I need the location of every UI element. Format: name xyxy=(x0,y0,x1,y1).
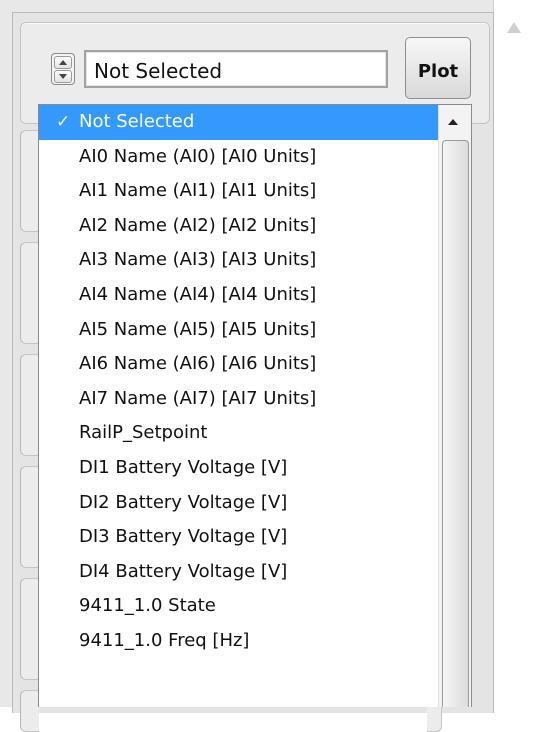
dropdown-option-label: DI4 Battery Voltage [V] xyxy=(79,560,288,582)
channel-row-card-edge xyxy=(20,690,39,732)
dropdown-option-label: DI1 Battery Voltage [V] xyxy=(79,456,288,478)
dropdown-option-label: AI4 Name (AI4) [AI4 Units] xyxy=(79,283,317,305)
dropdown-scrollbar-thumb[interactable] xyxy=(442,140,469,707)
dropdown-option[interactable]: ✓ Not Selected xyxy=(39,105,438,140)
dropdown-option[interactable]: 9411_1.0 Freq [Hz] xyxy=(39,624,438,659)
dropdown-option[interactable]: DI3 Battery Voltage [V] xyxy=(39,520,438,555)
page-scrollbar[interactable] xyxy=(494,0,533,707)
dropdown-option[interactable]: AI6 Name (AI6) [AI6 Units] xyxy=(39,347,438,382)
dropdown-option-label: 9411_1.0 State xyxy=(79,595,216,617)
channel-row-card-edge xyxy=(20,354,39,456)
dropdown-option[interactable]: DI2 Battery Voltage [V] xyxy=(39,486,438,521)
dropdown-option-label: AI2 Name (AI2) [AI2 Units] xyxy=(79,214,317,236)
dropdown-option-label: 9411_1.0 Freq [Hz] xyxy=(79,629,250,651)
page-scroll-up-arrow-icon[interactable] xyxy=(507,22,521,33)
dropdown-scrollbar[interactable] xyxy=(438,105,471,707)
dropdown-option-label: DI2 Battery Voltage [V] xyxy=(79,491,288,513)
triangle-up-icon xyxy=(59,60,67,65)
dropdown-option[interactable]: DI4 Battery Voltage [V] xyxy=(39,555,438,590)
channel-row-card-edge xyxy=(20,130,39,232)
dropdown-option[interactable]: AI3 Name (AI3) [AI3 Units] xyxy=(39,243,438,278)
channel-options: ✓ Not Selected AI0 Name (AI0) [AI0 Units] A… xyxy=(39,105,438,659)
dropdown-option[interactable]: 9411_1.0 State xyxy=(39,589,438,624)
check-icon: ✓ xyxy=(56,112,71,132)
dropdown-option-label: AI0 Name (AI0) [AI0 Units] xyxy=(79,145,317,167)
scroll-up-arrow-icon[interactable] xyxy=(448,119,458,125)
dropdown-option[interactable]: AI7 Name (AI7) [AI7 Units] xyxy=(39,382,438,417)
dropdown-option[interactable]: AI5 Name (AI5) [AI5 Units] xyxy=(39,313,438,348)
dropdown-option[interactable]: RailP_Setpoint xyxy=(39,416,438,451)
dropdown-option[interactable]: AI1 Name (AI1) [AI1 Units] xyxy=(39,174,438,209)
channel-row-card-edge xyxy=(20,466,39,568)
channel-spinner[interactable] xyxy=(51,53,75,85)
dropdown-option-label: AI1 Name (AI1) [AI1 Units] xyxy=(79,180,317,202)
dropdown-option-label: DI3 Battery Voltage [V] xyxy=(79,526,288,548)
triangle-down-icon xyxy=(59,74,67,79)
dropdown-option-label: AI5 Name (AI5) [AI5 Units] xyxy=(79,318,317,340)
dropdown-option-label: Not Selected xyxy=(79,111,195,132)
channel-row-card-edge xyxy=(20,578,39,680)
dropdown-option[interactable]: DI1 Battery Voltage [V] xyxy=(39,451,438,486)
channel-select-value: Not Selected xyxy=(94,59,223,83)
dropdown-option-label: AI3 Name (AI3) [AI3 Units] xyxy=(79,249,317,271)
channel-row-card-edge xyxy=(20,242,39,344)
dropdown-option[interactable]: AI2 Name (AI2) [AI2 Units] xyxy=(39,209,438,244)
channel-dropdown-list[interactable]: ✓ Not Selected AI0 Name (AI0) [AI0 Units] A… xyxy=(38,104,472,707)
spinner-up-button[interactable] xyxy=(54,56,72,69)
dropdown-option[interactable]: AI0 Name (AI0) [AI0 Units] xyxy=(39,140,438,175)
channel-select[interactable]: Not Selected xyxy=(84,50,388,88)
spinner-down-button[interactable] xyxy=(54,70,72,83)
dropdown-option-label: AI6 Name (AI6) [AI6 Units] xyxy=(79,353,317,375)
dropdown-option[interactable]: AI4 Name (AI4) [AI4 Units] xyxy=(39,278,438,313)
dropdown-option-label: RailP_Setpoint xyxy=(79,422,208,444)
dropdown-option-label: AI7 Name (AI7) [AI7 Units] xyxy=(79,387,317,409)
plot-button[interactable]: Plot xyxy=(405,37,471,99)
